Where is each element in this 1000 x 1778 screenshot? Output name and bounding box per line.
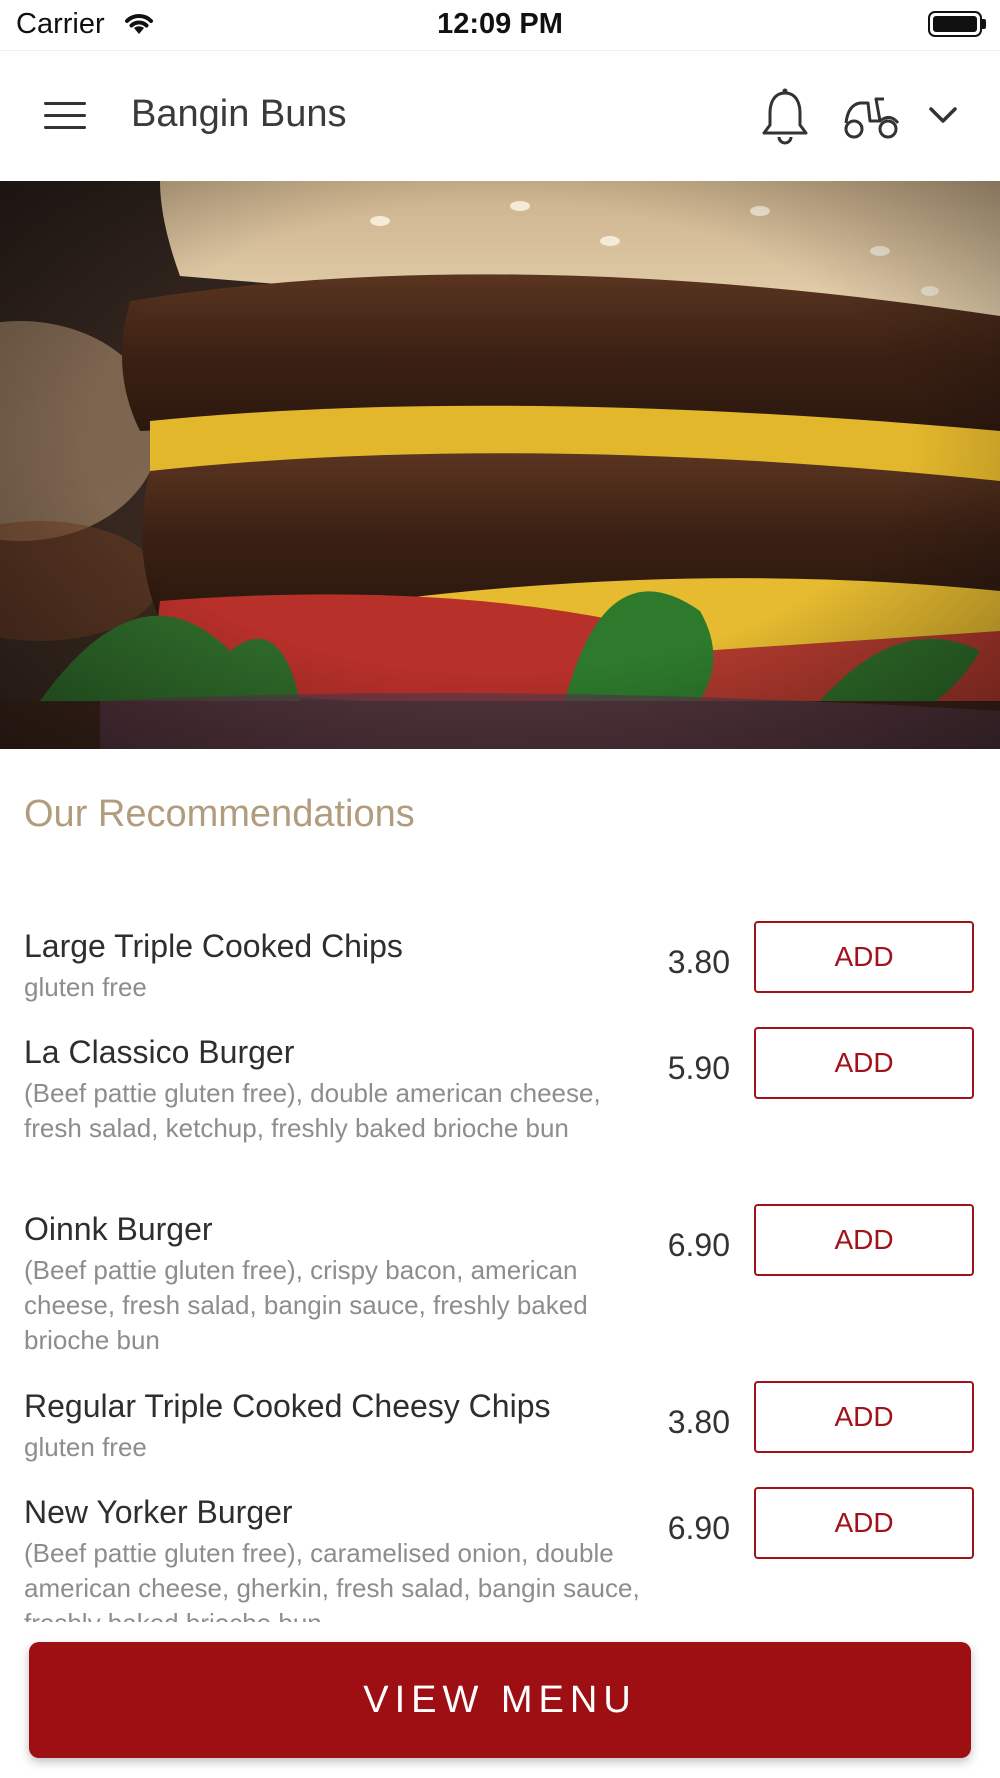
item-price: 6.90 — [667, 1227, 730, 1263]
battery-tip — [982, 19, 986, 29]
add-button[interactable]: ADD — [754, 1204, 974, 1276]
app-header: Bangin Buns — [0, 50, 1000, 182]
bell-icon[interactable] — [760, 87, 810, 145]
status-bar: Carrier 12:09 PM — [0, 0, 1000, 50]
item-name: New Yorker Burger — [24, 1494, 293, 1530]
delivery-scooter-icon[interactable] — [842, 93, 902, 141]
item-description: gluten free — [24, 972, 147, 1002]
recommendations-heading: Our Recommendations — [24, 793, 415, 835]
view-menu-button[interactable]: VIEW MENU — [29, 1642, 971, 1758]
add-button[interactable]: ADD — [754, 1487, 974, 1559]
recommendations-list: Large Triple Cooked Chips gluten free 3.… — [0, 900, 1000, 1622]
hero-burger-image — [0, 181, 1000, 749]
item-description: (Beef pattie gluten free), double americ… — [24, 1078, 601, 1143]
item-name: Regular Triple Cooked Cheesy Chips — [24, 1388, 551, 1424]
item-description: (Beef pattie gluten free), caramelised o… — [24, 1538, 640, 1622]
hamburger-menu-icon[interactable] — [40, 96, 88, 136]
add-button[interactable]: ADD — [754, 1027, 974, 1099]
add-button[interactable]: ADD — [754, 921, 974, 993]
chevron-down-icon[interactable] — [928, 105, 958, 125]
item-name: Large Triple Cooked Chips — [24, 928, 403, 964]
clock: 12:09 PM — [437, 8, 563, 40]
item-name: Oinnk Burger — [24, 1211, 213, 1247]
item-name: La Classico Burger — [24, 1034, 295, 1070]
item-description: gluten free — [24, 1432, 147, 1462]
item-price: 6.90 — [667, 1510, 730, 1546]
add-button[interactable]: ADD — [754, 1381, 974, 1453]
item-price: 3.80 — [667, 1404, 730, 1440]
page-title: Bangin Buns — [131, 93, 347, 135]
battery-icon — [928, 11, 982, 37]
item-price: 3.80 — [667, 944, 730, 980]
item-description: (Beef pattie gluten free), crispy bacon,… — [24, 1255, 588, 1355]
item-price: 5.90 — [667, 1050, 730, 1086]
